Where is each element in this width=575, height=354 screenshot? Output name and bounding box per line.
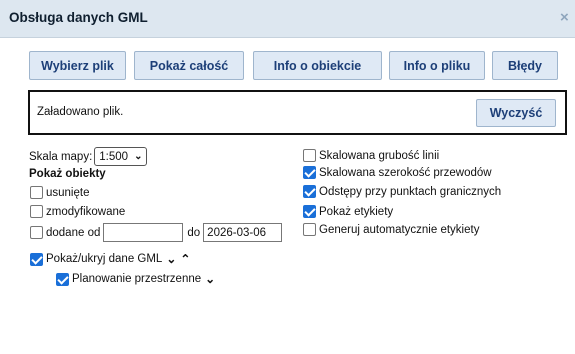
auto-labels-checkbox[interactable] [303,223,316,236]
modified-checkbox[interactable] [30,205,43,218]
added-label: dodane od [46,226,101,239]
scaled-wire-width-label: Skalowana szerokość przewodów [319,166,492,179]
added-to-input[interactable]: 2026-03-06 [203,223,283,242]
gml-layer-row: Pokaż/ukryj dane GML ⌄ ⌃ [30,252,190,266]
deleted-checkbox[interactable] [30,186,43,199]
scaled-line-width-label: Skalowana grubość linii [319,149,440,162]
scale-select[interactable]: 1:500 ⌄ [94,147,148,166]
deleted-label: usunięte [46,186,90,199]
scale-value: 1:500 [99,150,129,163]
select-file-button[interactable]: Wybierz plik [29,51,126,80]
scaled-line-width-checkbox[interactable] [303,149,316,162]
added-from-input[interactable] [103,223,184,242]
scaled-wire-width-checkbox[interactable] [303,166,316,179]
show-labels-row[interactable]: Pokaż etykiety [303,205,393,218]
show-all-button[interactable]: Pokaż całość [134,51,244,80]
added-checkbox[interactable] [30,226,43,239]
gml-layer-label: Pokaż/ukryj dane GML [46,253,163,265]
chevron-down-icon[interactable]: ⌄ [205,272,215,286]
planning-layer-checkbox[interactable] [56,272,69,286]
planning-layer-row: Planowanie przestrzenne ⌄ [56,272,215,286]
to-label: do [187,226,201,239]
boundary-gaps-checkbox[interactable] [303,185,316,198]
chevron-up-icon[interactable]: ⌃ [180,252,190,266]
chevron-down-icon[interactable]: ⌄ [166,252,176,266]
file-info-button[interactable]: Info o pliku [389,51,485,80]
message-box: Załadowano plik. Wyczyść [28,90,567,135]
boundary-gaps-label: Odstępy przy punktach granicznych [319,185,502,198]
show-labels-label: Pokaż etykiety [319,205,394,218]
message-text: Załadowano plik. [37,106,124,118]
scale-label: Skala mapy: [29,150,93,163]
scaled-line-width-row[interactable]: Skalowana grubość linii [303,149,439,162]
show-objects-heading: Pokaż obiekty [29,168,106,180]
deleted-row[interactable]: usunięte [30,186,89,199]
modified-row[interactable]: zmodyfikowane [30,205,125,218]
planning-layer-label: Planowanie przestrzenne [72,273,202,285]
modified-label: zmodyfikowane [46,205,126,218]
close-icon[interactable]: × [560,10,569,26]
added-row: dodane od do 2026-03-06 [30,223,283,242]
scaled-wire-width-row[interactable]: Skalowana szerokość przewodów [303,166,492,179]
auto-labels-label: Generuj automatycznie etykiety [319,223,480,236]
scale-row: Skala mapy: 1:500 ⌄ [29,147,148,166]
errors-button[interactable]: Błędy [492,51,558,80]
clear-button[interactable]: Wyczyść [476,99,556,127]
auto-labels-row[interactable]: Generuj automatycznie etykiety [303,223,479,236]
chevron-down-icon: ⌄ [134,151,143,162]
show-labels-checkbox[interactable] [303,205,316,218]
object-info-button[interactable]: Info o obiekcie [253,51,382,80]
gml-layer-checkbox[interactable] [30,252,43,266]
boundary-gaps-row[interactable]: Odstępy przy punktach granicznych [303,185,501,198]
dialog-title: Obsługa danych GML [9,10,148,25]
dialog-titlebar: Obsługa danych GML × [0,0,575,38]
